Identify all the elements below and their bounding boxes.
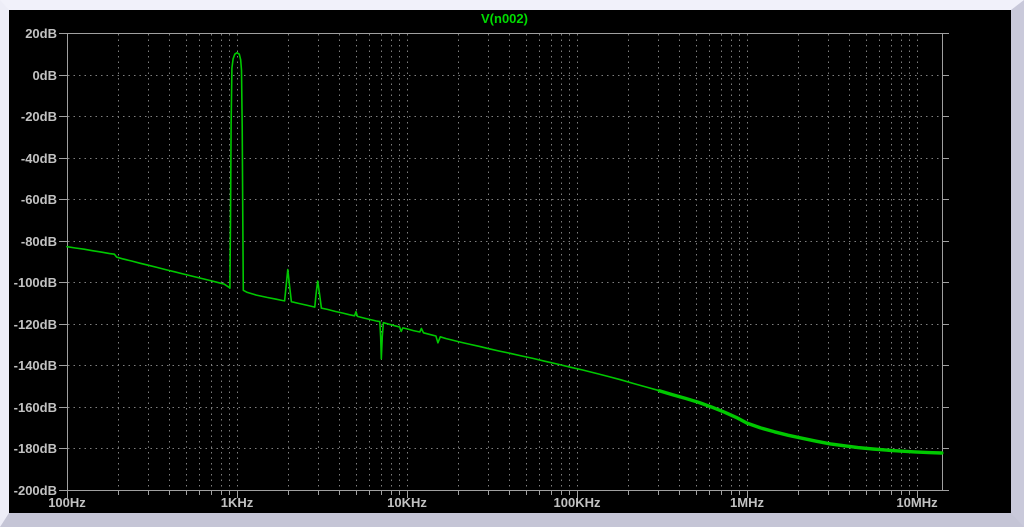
x-axis-label: 1MHz [730, 495, 764, 510]
y-axis-label: -60dB [21, 192, 57, 207]
x-axis-label: 100Hz [48, 495, 86, 510]
y-axis-label: -140dB [14, 358, 57, 373]
trace-vn002 [67, 53, 942, 453]
y-axis-label: -100dB [14, 275, 57, 290]
y-axis-label: -20dB [21, 109, 57, 124]
fft-plot-svg[interactable]: 20dB 0dB -20dB -40dB -60dB -80dB -100dB -120dB -… [9, 10, 1011, 513]
plot-surface[interactable]: V(n002) 20dB0dB-20dB-40dB-60dB-80dB-100d… [9, 10, 1011, 513]
y-axis-label: 20dB [25, 26, 57, 41]
plot-frame [68, 34, 943, 491]
trace-noise-band [659, 391, 942, 453]
y-axis-label: -180dB [14, 441, 57, 456]
x-axis-label: 100KHz [554, 495, 601, 510]
y-axis-label: 0dB [32, 68, 57, 83]
y-axis-label: -160dB [14, 400, 57, 415]
plot-window: V(n002) 20dB0dB-20dB-40dB-60dB-80dB-100d… [0, 0, 1024, 527]
y-axis-label: -80dB [21, 234, 57, 249]
y-axis-label: -40dB [21, 151, 57, 166]
x-axis-label: 1KHz [221, 495, 254, 510]
x-axis-label: 10KHz [387, 495, 427, 510]
y-axis-label: -120dB [14, 317, 57, 332]
x-axis-label: 10MHz [896, 495, 938, 510]
